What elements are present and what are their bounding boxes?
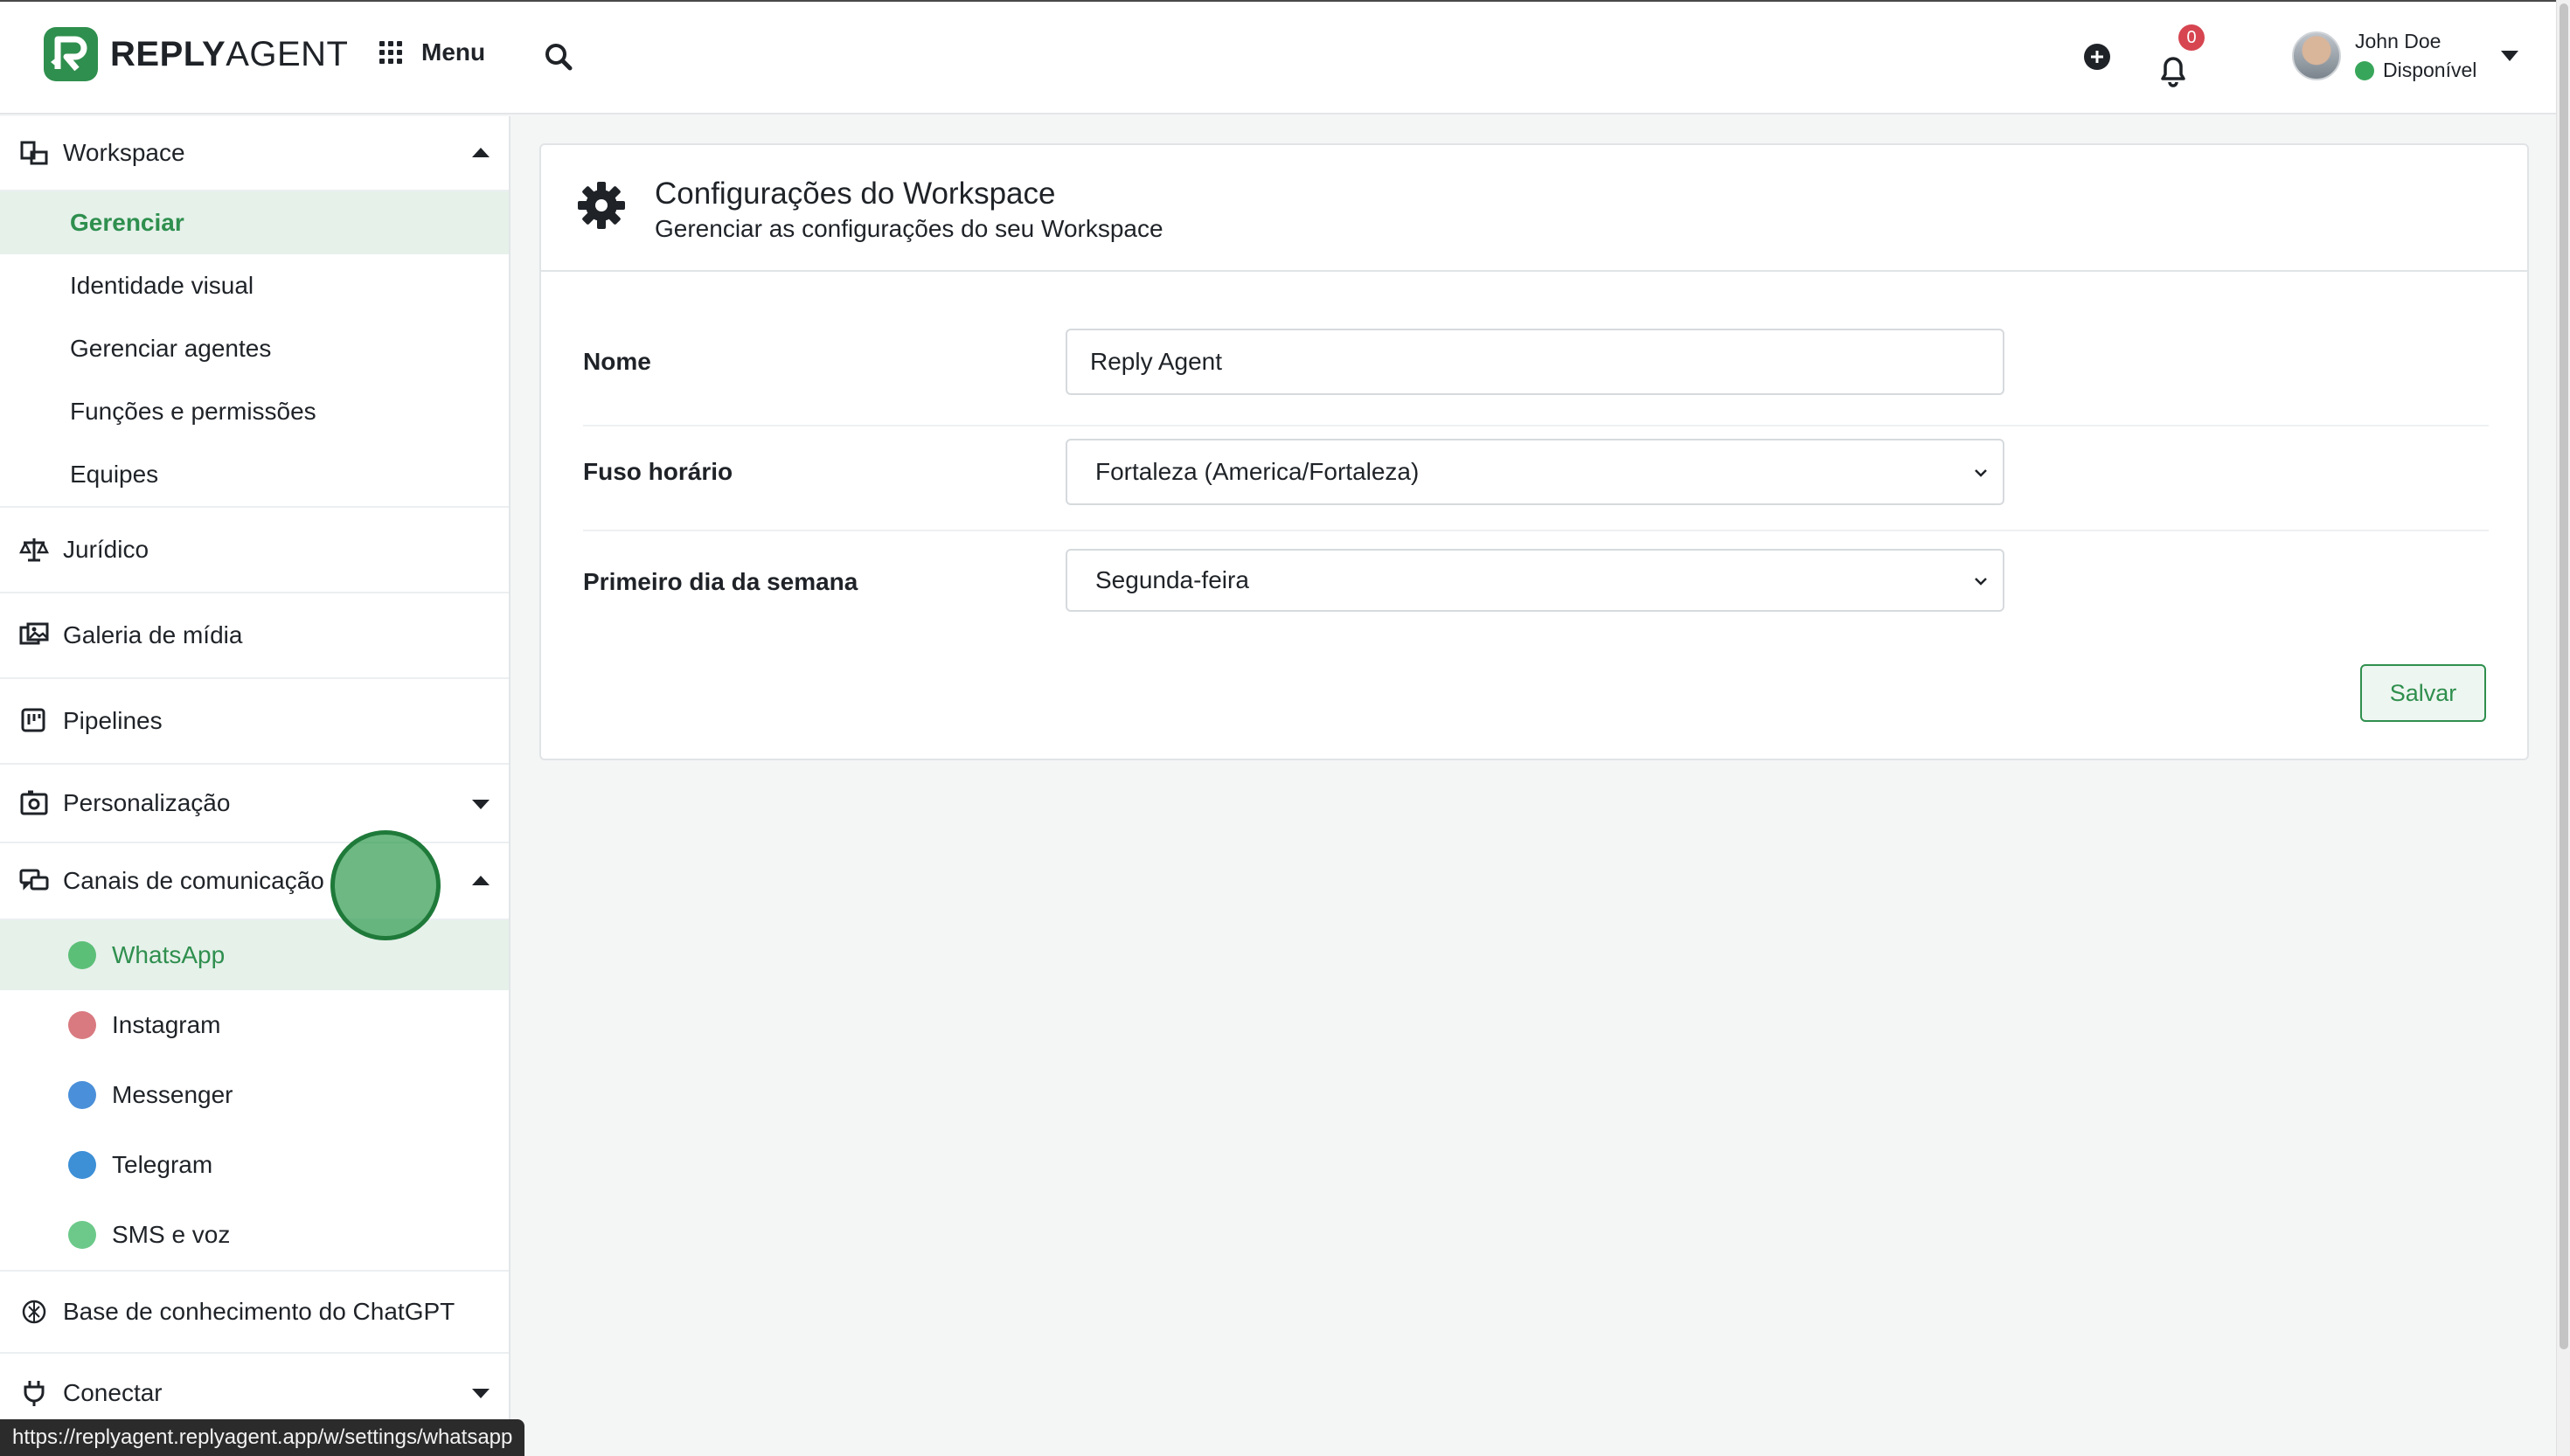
sidebar-item-equipes[interactable]: Equipes <box>0 443 509 506</box>
sidebar: Workspace Gerenciar Identidade visual Ge… <box>0 116 511 1456</box>
notification-badge: 0 <box>2178 24 2205 51</box>
status-bar-url: https://replyagent.replyagent.app/w/sett… <box>0 1419 525 1456</box>
sms-icon <box>68 1221 96 1249</box>
sidebar-section-workspace[interactable]: Workspace <box>0 116 509 190</box>
card-header: Configurações do Workspace Gerenciar as … <box>541 145 2527 272</box>
first-day-label: Primeiro dia da semana <box>583 568 858 595</box>
sidebar-item-galeria[interactable]: Galeria de mídia <box>0 593 509 677</box>
openai-icon <box>22 1300 46 1324</box>
save-button[interactable]: Salvar <box>2360 664 2486 722</box>
grid-icon <box>379 41 402 64</box>
app-logo[interactable]: REPLYAGENT <box>44 27 348 81</box>
sidebar-item-label: Canais de comunicação <box>63 867 324 894</box>
sidebar-item-label: Conectar <box>63 1379 163 1406</box>
sidebar-item-label: Identidade visual <box>70 272 254 299</box>
page-scrollbar[interactable] <box>2556 0 2570 1456</box>
sidebar-item-chatgpt[interactable]: Base de conhecimento do ChatGPT <box>0 1272 509 1352</box>
sidebar-item-label: Personalização <box>63 789 231 816</box>
name-label: Nome <box>583 348 651 375</box>
sidebar-item-pipelines[interactable]: Pipelines <box>0 679 509 763</box>
page-subtitle: Gerenciar as configurações do seu Worksp… <box>655 215 1163 242</box>
bell-icon[interactable] <box>2156 51 2191 87</box>
sidebar-item-juridico[interactable]: Jurídico <box>0 508 509 592</box>
sidebar-item-label: Equipes <box>70 461 159 488</box>
workspace-settings-card: Configurações do Workspace Gerenciar as … <box>539 143 2529 760</box>
chevron-down-icon <box>472 800 490 809</box>
avatar <box>2292 31 2341 80</box>
messenger-icon <box>68 1081 96 1109</box>
sidebar-item-label: Telegram <box>112 1151 213 1178</box>
top-bar: REPLYAGENT Menu 0 John Doe Disponível <box>0 0 2556 114</box>
sidebar-item-label: Pipelines <box>63 707 163 734</box>
sidebar-item-messenger[interactable]: Messenger <box>0 1060 509 1130</box>
sidebar-item-sms-voz[interactable]: SMS e voz <box>0 1200 509 1270</box>
sidebar-item-gerenciar[interactable]: Gerenciar <box>0 191 509 254</box>
chevron-down-icon <box>1975 578 1987 586</box>
sidebar-item-instagram[interactable]: Instagram <box>0 990 509 1060</box>
first-day-value: Segunda-feira <box>1095 566 1249 593</box>
menu-label: Menu <box>421 38 486 66</box>
logo-mark-icon <box>44 27 98 81</box>
sidebar-item-label: Gerenciar agentes <box>70 335 272 362</box>
telegram-icon <box>68 1151 96 1179</box>
sidebar-item-label: Base de conhecimento do ChatGPT <box>63 1298 455 1325</box>
chevron-up-icon <box>472 876 490 885</box>
sidebar-item-label: Workspace <box>63 139 185 166</box>
workspace-name-input[interactable] <box>1066 329 2004 395</box>
top-border <box>0 0 2556 2</box>
sidebar-item-label: Galeria de mídia <box>63 621 243 648</box>
sidebar-item-funcoes-permissoes[interactable]: Funções e permissões <box>0 380 509 443</box>
cursor-indicator <box>330 830 441 940</box>
sidebar-item-label: Messenger <box>112 1081 233 1108</box>
add-icon[interactable] <box>2084 44 2110 70</box>
scale-icon <box>19 538 49 562</box>
chevron-up-icon <box>472 148 490 157</box>
timezone-label: Fuso horário <box>583 458 733 485</box>
sidebar-item-label: WhatsApp <box>112 941 226 968</box>
sidebar-item-label: SMS e voz <box>112 1221 231 1248</box>
sidebar-section-personalizacao[interactable]: Personalização <box>0 765 509 842</box>
whatsapp-icon <box>68 941 96 969</box>
logo-text: REPLYAGENT <box>110 34 349 73</box>
workspace-icon <box>20 141 48 165</box>
chevron-down-icon <box>1975 469 1987 477</box>
sidebar-item-identidade-visual[interactable]: Identidade visual <box>0 254 509 317</box>
search-icon[interactable] <box>544 42 573 72</box>
sidebar-item-label: Gerenciar <box>70 209 184 236</box>
user-menu[interactable]: John Doe Disponível <box>2292 30 2519 82</box>
sidebar-item-gerenciar-agentes[interactable]: Gerenciar agentes <box>0 317 509 380</box>
sidebar-item-label: Jurídico <box>63 536 149 563</box>
timezone-select[interactable]: Fortaleza (America/Fortaleza) <box>1066 439 2004 505</box>
plug-icon <box>24 1381 45 1406</box>
pipeline-icon <box>21 708 45 732</box>
media-gallery-icon <box>19 622 49 645</box>
user-name: John Doe <box>2355 30 2442 52</box>
chevron-down-icon <box>472 1389 490 1398</box>
status-label: Disponível <box>2383 59 2477 81</box>
sidebar-item-telegram[interactable]: Telegram <box>0 1130 509 1200</box>
menu-button[interactable]: Menu <box>379 38 485 66</box>
sidebar-item-label: Instagram <box>112 1011 221 1038</box>
user-status: Disponível <box>2355 59 2476 82</box>
timezone-value: Fortaleza (America/Fortaleza) <box>1095 458 1420 485</box>
chat-channels-icon <box>19 869 49 891</box>
instagram-icon <box>68 1011 96 1039</box>
sidebar-item-label: Funções e permissões <box>70 398 316 425</box>
first-day-select[interactable]: Segunda-feira <box>1066 549 2004 612</box>
sidebar-item-whatsapp[interactable]: WhatsApp <box>0 920 509 990</box>
customize-icon <box>20 790 48 815</box>
status-dot-icon <box>2355 60 2374 80</box>
scrollbar-thumb[interactable] <box>2560 3 2568 1349</box>
chevron-down-icon <box>2501 51 2519 61</box>
page-title: Configurações do Workspace <box>655 177 1056 211</box>
gear-icon <box>578 182 625 229</box>
